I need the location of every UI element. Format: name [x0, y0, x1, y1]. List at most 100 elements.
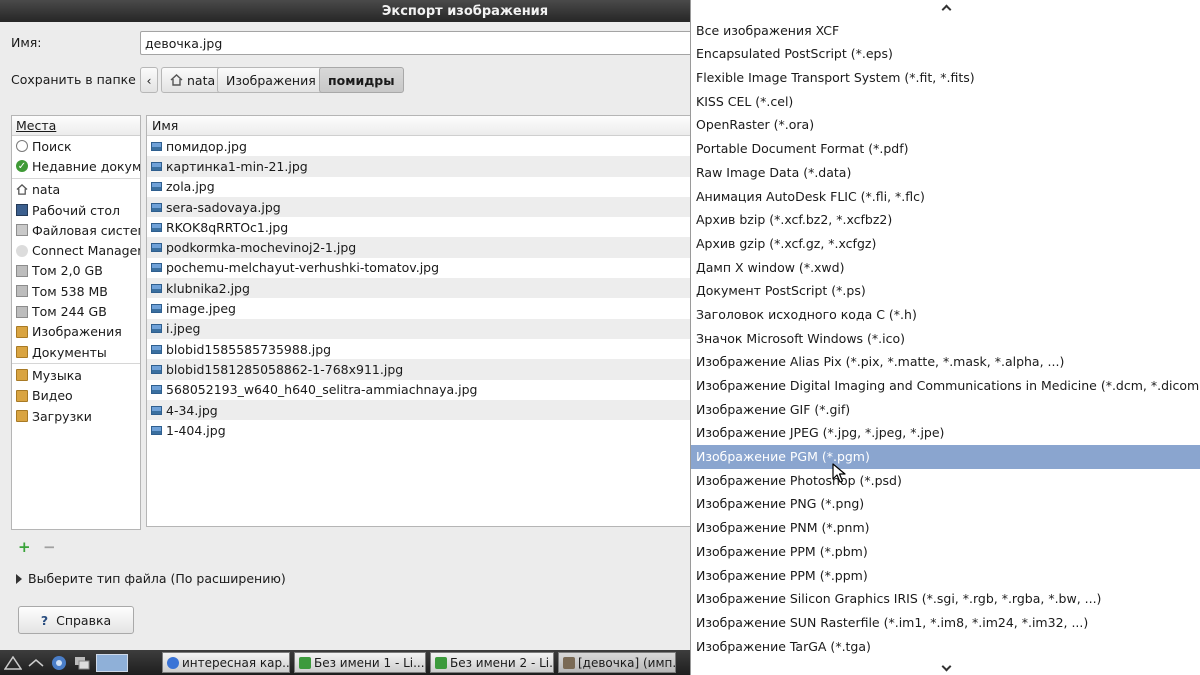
- filename-input[interactable]: [140, 31, 700, 55]
- place-item-volume-538mb[interactable]: Том 538 MB: [12, 281, 140, 301]
- places-separator: [12, 363, 140, 365]
- task-writer-1[interactable]: Без имени 1 - Li...: [294, 652, 426, 673]
- file-format-option[interactable]: Все изображения XCF: [691, 19, 1200, 43]
- place-label: Рабочий стол: [32, 202, 120, 218]
- file-format-option[interactable]: Изображение Silicon Graphics IRIS (*.sgi…: [691, 587, 1200, 611]
- file-format-option[interactable]: Portable Document Format (*.pdf): [691, 137, 1200, 161]
- minimize-all-icon[interactable]: [26, 653, 46, 673]
- place-item-music[interactable]: Музыка: [12, 365, 140, 385]
- file-manager-launcher-icon[interactable]: [72, 653, 92, 673]
- file-format-option[interactable]: Изображение PNG (*.png): [691, 492, 1200, 516]
- file-format-option[interactable]: OpenRaster (*.ora): [691, 113, 1200, 137]
- breadcrumb-item-home[interactable]: nata: [161, 67, 225, 93]
- task-chrome[interactable]: интересная кар...: [162, 652, 290, 673]
- file-list-header-name[interactable]: Имя: [147, 116, 690, 136]
- file-format-option[interactable]: Заголовок исходного кода C (*.h): [691, 303, 1200, 327]
- place-label: Файловая система: [32, 222, 140, 238]
- desktop-icon: [16, 204, 28, 217]
- file-format-option[interactable]: KISS CEL (*.cel): [691, 90, 1200, 114]
- file-format-option[interactable]: Изображение Digital Imaging and Communic…: [691, 374, 1200, 398]
- file-format-option[interactable]: Изображение SUN Rasterfile (*.im1, *.im8…: [691, 611, 1200, 635]
- file-format-option[interactable]: Изображение JPEG (*.jpg, *.jpeg, *.jpe): [691, 421, 1200, 445]
- network-icon: [16, 244, 28, 257]
- place-item-desktop[interactable]: Рабочий стол: [12, 200, 140, 220]
- file-row[interactable]: помидор.jpg: [147, 136, 690, 156]
- file-row[interactable]: blobid1581285058862-1-768x911.jpg: [147, 359, 690, 380]
- taskbar: интересная кар... Без имени 1 - Li... Бе…: [0, 650, 690, 675]
- place-item-search[interactable]: Поиск: [12, 136, 140, 156]
- file-format-option[interactable]: Flexible Image Transport System (*.fit, …: [691, 66, 1200, 90]
- file-row[interactable]: 568052193_w640_h640_selitra-ammiachnaya.…: [147, 380, 690, 400]
- file-format-option[interactable]: Архив gzip (*.xcf.gz, *.xcfgz): [691, 232, 1200, 256]
- file-row[interactable]: pochemu-melchayut-verhushki-tomatov.jpg: [147, 258, 690, 278]
- file-format-option[interactable]: Raw Image Data (*.data): [691, 161, 1200, 185]
- name-row: Имя:: [0, 22, 700, 64]
- file-name: zola.jpg: [166, 179, 215, 195]
- file-row[interactable]: klubnika2.jpg: [147, 278, 690, 299]
- menu-scroll-up[interactable]: [691, 0, 1200, 14]
- file-format-option[interactable]: Encapsulated PostScript (*.eps): [691, 42, 1200, 66]
- file-format-option[interactable]: Значок Microsoft Windows (*.ico): [691, 327, 1200, 351]
- browser-launcher-icon[interactable]: [49, 653, 69, 673]
- task-gimp[interactable]: [девочка] (имп...: [558, 652, 676, 673]
- help-button[interactable]: ? Справка: [18, 606, 134, 634]
- task-label: Без имени 2 - Li...: [450, 655, 554, 670]
- breadcrumb-item-current[interactable]: помидры: [319, 67, 404, 93]
- file-list: Имя помидор.jpg картинка1-min-21.jpg zol…: [146, 115, 690, 527]
- file-format-option[interactable]: Изображение TarGA (*.tga): [691, 635, 1200, 659]
- file-format-option[interactable]: Архив bzip (*.xcf.bz2, *.xcfbz2): [691, 208, 1200, 232]
- place-item-documents[interactable]: Документы: [12, 342, 140, 362]
- breadcrumb-item-images[interactable]: Изображения: [217, 67, 325, 93]
- place-item-home[interactable]: nata: [12, 180, 140, 200]
- place-label: Документы: [32, 344, 107, 360]
- place-item-video[interactable]: Видео: [12, 386, 140, 406]
- desktop-pager[interactable]: [96, 653, 128, 672]
- file-row[interactable]: картинка1-min-21.jpg: [147, 156, 690, 177]
- file-format-option[interactable]: Изображение PNM (*.pnm): [691, 516, 1200, 540]
- place-item-filesystem[interactable]: Файловая система: [12, 220, 140, 240]
- remove-bookmark-button[interactable]: −: [43, 538, 56, 556]
- places-header[interactable]: Места: [12, 116, 140, 136]
- folder-icon: [16, 389, 28, 402]
- place-item-images[interactable]: Изображения: [12, 322, 140, 342]
- expander-arrow-icon: [16, 573, 22, 584]
- folder-icon: [16, 346, 28, 359]
- place-item-connect-manager[interactable]: Connect Manager: [12, 240, 140, 260]
- file-row[interactable]: zola.jpg: [147, 177, 690, 197]
- place-item-downloads[interactable]: Загрузки: [12, 406, 140, 426]
- file-format-option[interactable]: Изображение PGM (*.pgm): [691, 445, 1200, 469]
- image-file-icon: [151, 141, 162, 151]
- file-row[interactable]: i.jpeg: [147, 318, 690, 339]
- place-item-volume-2gb[interactable]: Том 2,0 GB: [12, 261, 140, 281]
- place-item-volume-244gb[interactable]: Том 244 GB: [12, 301, 140, 321]
- file-row[interactable]: image.jpeg: [147, 298, 690, 318]
- file-format-option[interactable]: Изображение PPM (*.ppm): [691, 564, 1200, 588]
- image-file-icon: [151, 243, 162, 253]
- place-item-recent[interactable]: ✓ Недавние документы: [12, 156, 140, 176]
- file-format-option[interactable]: Дамп X window (*.xwd): [691, 256, 1200, 280]
- file-row[interactable]: 1-404.jpg: [147, 420, 690, 440]
- file-row[interactable]: blobid1585585735988.jpg: [147, 339, 690, 359]
- add-bookmark-button[interactable]: +: [18, 538, 31, 556]
- places-panel: Места Поиск ✓ Недавние документы nata Раб…: [11, 115, 141, 530]
- file-row[interactable]: sera-sadovaya.jpg: [147, 196, 690, 218]
- file-row[interactable]: RKOK8qRRTOc1.jpg: [147, 217, 690, 237]
- file-format-option[interactable]: Изображение GIF (*.gif): [691, 398, 1200, 422]
- chevron-up-icon: [941, 4, 951, 14]
- file-format-option[interactable]: Изображение Photoshop (*.psd): [691, 469, 1200, 493]
- file-format-option[interactable]: Изображение PPM (*.pbm): [691, 540, 1200, 564]
- places-header-label: Места: [16, 118, 57, 133]
- name-label: Имя:: [11, 35, 42, 50]
- file-row[interactable]: 4-34.jpg: [147, 399, 690, 421]
- menu-scroll-down[interactable]: [691, 661, 1200, 675]
- file-format-option[interactable]: Документ PostScript (*.ps): [691, 279, 1200, 303]
- file-format-option[interactable]: Анимация AutoDesk FLIC (*.fli, *.flc): [691, 185, 1200, 209]
- task-writer-2[interactable]: Без имени 2 - Li...: [430, 652, 554, 673]
- file-row[interactable]: podkormka-mochevinoj2-1.jpg: [147, 237, 690, 258]
- file-format-option[interactable]: Изображение Alias Pix (*.pix, *.matte, *…: [691, 350, 1200, 374]
- place-label: Поиск: [32, 138, 72, 154]
- app-menu-icon[interactable]: [3, 653, 23, 673]
- help-button-label: Справка: [56, 612, 112, 628]
- file-type-expander[interactable]: Выберите тип файла (По расширению): [16, 571, 286, 586]
- breadcrumb-back-button[interactable]: ‹: [140, 67, 158, 93]
